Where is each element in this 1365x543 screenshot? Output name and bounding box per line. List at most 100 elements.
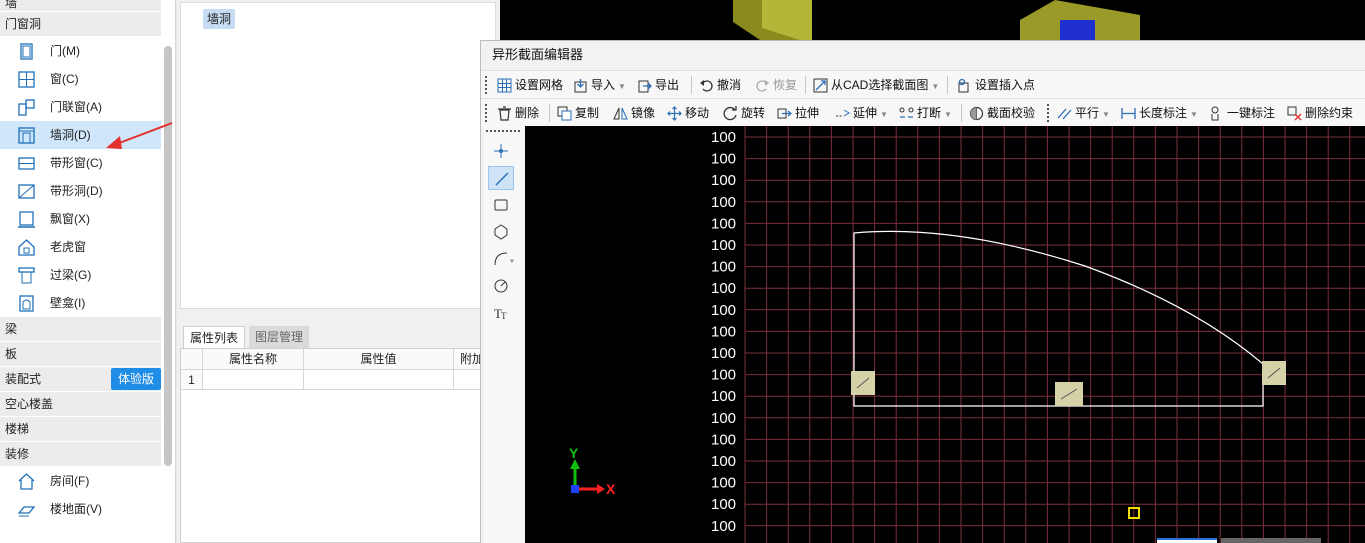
tree-item-label: 门(M) [50, 44, 80, 58]
tree-item-lintel[interactable]: 过梁(G) [0, 261, 161, 289]
chevron-down-icon[interactable]: ▼ [618, 82, 626, 91]
toolbar-separator [805, 76, 806, 94]
tree-item-door-window[interactable]: 门联窗(A) [0, 93, 161, 121]
category-decoration[interactable]: 装修 [0, 442, 161, 467]
component-tag[interactable]: 墙洞 [203, 9, 236, 29]
extend-icon [836, 109, 850, 117]
export-button[interactable]: 导出 [635, 74, 679, 96]
mirror-button[interactable]: 镜像 [611, 102, 655, 124]
svg-text:T: T [501, 311, 507, 321]
extend-button[interactable]: 延伸 ▼ [833, 102, 888, 124]
set-insert-point-button[interactable]: 设置插入点 [955, 74, 1035, 96]
chevron-down-icon[interactable]: ▼ [944, 110, 952, 119]
component-list: 墙洞 [180, 2, 496, 309]
canvas-drawing: 100 100 100 100 100 100 100 100 100 100 100 100 100 1… [569, 126, 1365, 543]
auto-dimension-button[interactable]: 一键标注 [1207, 102, 1275, 124]
tree-item-room[interactable]: 房间(F) [0, 467, 161, 495]
tree-item-niche[interactable]: 壁龛(I) [0, 289, 161, 317]
set-grid-button[interactable]: 设置网格 [495, 74, 563, 96]
toolbar-separator [691, 76, 692, 94]
coordinate-input[interactable] [1157, 538, 1217, 543]
polygon-tool-button[interactable] [488, 220, 514, 244]
lintel-icon [18, 267, 35, 284]
grid-label: 100 [711, 410, 736, 427]
category-prefab[interactable]: 装配式 体验版 [0, 367, 161, 392]
delete-constraint-button[interactable]: 删除约束 [1285, 102, 1353, 124]
stretch-button[interactable]: 拉伸 [775, 102, 819, 124]
grid-corner [181, 349, 203, 370]
cell-property-name[interactable] [203, 370, 304, 390]
copy-button[interactable]: 复制 [555, 102, 599, 124]
toolbar-grip[interactable] [1047, 104, 1049, 122]
chevron-down-icon[interactable]: ▼ [931, 82, 939, 91]
toolbar-separator [549, 104, 550, 122]
arc-tool-button[interactable]: ▼ [488, 247, 515, 271]
tree-item-window[interactable]: 窗(C) [0, 65, 161, 93]
axis-origin [571, 485, 579, 493]
arc-icon: ▼ [494, 252, 515, 266]
chevron-down-icon[interactable]: ▼ [880, 110, 888, 119]
floor-icon [18, 506, 35, 517]
tree-item-floor[interactable]: 楼地面(V) [0, 495, 161, 523]
tab-layer-management[interactable]: 图层管理 [249, 326, 310, 348]
section-check-button[interactable]: 截面校验 [967, 102, 1035, 124]
parallel-button[interactable]: 平行 ▼ [1055, 102, 1110, 124]
line-tool-button[interactable] [488, 166, 514, 190]
tree-item-dormer-window[interactable]: 老虎窗 [0, 233, 161, 261]
3d-viewport[interactable] [500, 0, 1365, 40]
middle-panel: 墙洞 属性列表 图层管理 属性名称 属性值 附加 1 [177, 0, 500, 543]
import-button[interactable]: 导入 ▼ [571, 74, 626, 96]
axis-x-label: X [606, 481, 616, 497]
section-check-icon [969, 106, 984, 121]
category-wall[interactable]: 墙 [0, 0, 161, 12]
tree-item-label: 门联窗(A) [50, 100, 102, 114]
point-tool-button[interactable] [488, 139, 514, 163]
export-icon [638, 80, 652, 93]
tree-item-label: 带形窗(C) [50, 156, 103, 170]
undo-button[interactable]: 撤消 [697, 74, 741, 96]
toolbar-separator [961, 104, 962, 122]
text-icon: TT [494, 306, 507, 321]
text-tool-button[interactable]: TT [488, 301, 514, 325]
chevron-down-icon[interactable]: ▼ [1102, 110, 1110, 119]
category-slab[interactable]: 板 [0, 342, 161, 367]
break-button[interactable]: 打断 ▼ [897, 102, 952, 124]
redo-button[interactable]: 恢复 [753, 74, 797, 96]
cell-property-value[interactable] [304, 370, 454, 390]
length-dimension-button[interactable]: 长度标注 ▼ [1119, 102, 1198, 124]
select-cad-section-button[interactable]: 从CAD选择截面图 ▼ [811, 74, 939, 96]
axis-x-arrow [597, 484, 605, 494]
header-property-name[interactable]: 属性名称 [203, 349, 304, 370]
category-beam[interactable]: 梁 [0, 317, 161, 342]
break-icon [899, 107, 914, 118]
tree-item-bay-window[interactable]: 飘窗(X) [0, 205, 161, 233]
grid-label: 100 [711, 496, 736, 513]
rotate-button[interactable]: 旋转 [721, 102, 765, 124]
tree-item-door[interactable]: 门(M) [0, 37, 161, 65]
grid-label: 100 [711, 280, 736, 297]
tree-item-label: 过梁(G) [50, 268, 92, 282]
toolbar-grip[interactable] [486, 130, 520, 132]
grid-label: 100 [711, 129, 736, 146]
category-stairs[interactable]: 楼梯 [0, 417, 161, 442]
toolbar-grip[interactable] [485, 76, 487, 94]
tree-scrollbar[interactable] [164, 46, 172, 466]
rectangle-tool-button[interactable] [488, 193, 514, 217]
toolbar-grip[interactable] [485, 104, 487, 122]
move-button[interactable]: 移动 [665, 102, 709, 124]
property-grid: 属性名称 属性值 附加 1 [180, 348, 497, 543]
trial-badge[interactable]: 体验版 [110, 368, 161, 390]
tree-item-strip-opening[interactable]: 带形洞(D) [0, 177, 161, 205]
tree-item-label: 飘窗(X) [50, 212, 90, 226]
tab-property-list[interactable]: 属性列表 [183, 326, 246, 348]
delete-button[interactable]: 删除 [495, 102, 539, 124]
chevron-down-icon[interactable]: ▼ [1190, 110, 1198, 119]
category-doors-windows[interactable]: 门窗洞 [0, 12, 161, 37]
header-property-value[interactable]: 属性值 [304, 349, 454, 370]
drawing-canvas[interactable]: 100 100 100 100 100 100 100 100 100 100 100 100 100 1… [525, 126, 1365, 543]
category-hollow-floor[interactable]: 空心楼盖 [0, 392, 161, 417]
circle-tool-button[interactable] [488, 274, 514, 298]
window-title: 异形截面编辑器 [481, 41, 1365, 69]
grid-label: 100 [711, 323, 736, 340]
grid-label: 100 [711, 518, 736, 535]
